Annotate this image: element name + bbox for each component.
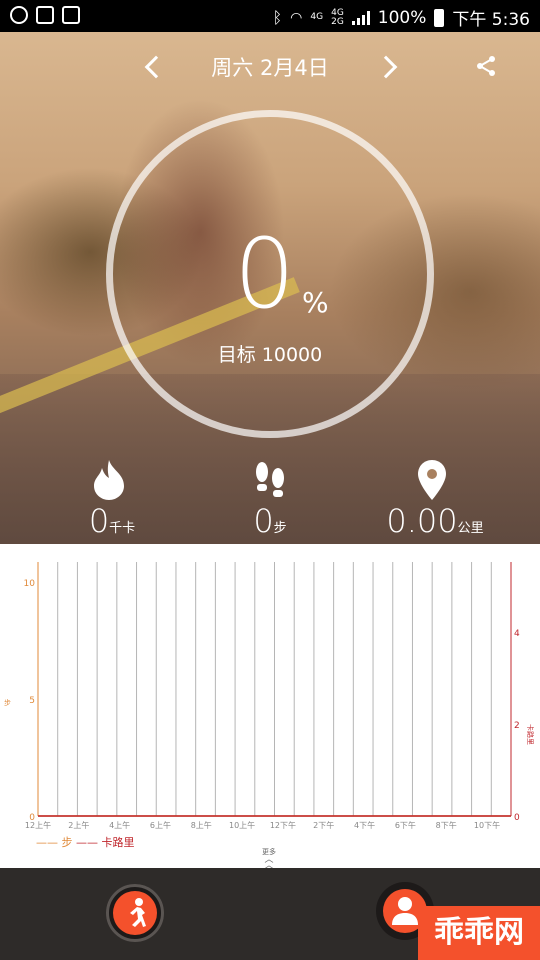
calories-value: 0	[88, 502, 110, 540]
battery-icon	[434, 8, 445, 27]
bluetooth-icon: ᛒ	[272, 8, 283, 27]
chevron-left-icon	[144, 55, 168, 79]
step-goal: 目标 10000	[217, 344, 323, 366]
footprints-icon	[256, 462, 284, 497]
hero-panel: 周六 2月4日 0 % 目标 10000 0千卡 0步 0.00公里	[0, 32, 540, 544]
steps-value: 0	[253, 502, 274, 540]
screenshot-icon	[62, 6, 80, 24]
location-pin-icon	[418, 460, 446, 500]
gallery-icon	[36, 6, 54, 24]
previous-day-button[interactable]	[138, 52, 168, 80]
run-button-fill	[113, 891, 157, 935]
x-tick-label: 12下午	[270, 820, 296, 830]
y-left-tick-label: 5	[29, 696, 35, 706]
distance-unit: 公里	[457, 521, 484, 536]
legend-steps: —— 步	[36, 836, 73, 849]
legend-steps-label: 步	[61, 836, 73, 849]
x-tick-label: 6上午	[150, 820, 171, 830]
network-top: 4G	[310, 12, 324, 22]
x-tick-label: 2上午	[68, 820, 89, 830]
progress-percent-sign: %	[302, 286, 329, 319]
x-tick-label: 10下午	[474, 820, 500, 830]
clock: 下午 5:36	[452, 10, 530, 30]
network-indicator: 4G	[310, 13, 323, 22]
status-bar: ᛒ ◠ 4G 4G 2G 100% 下午 5:36	[0, 0, 540, 32]
network-sub-bottom: 2G	[331, 16, 344, 27]
battery-percent: 100%	[377, 7, 427, 28]
x-tick-label: 8上午	[191, 820, 212, 830]
start-run-button[interactable]	[106, 884, 164, 942]
chart-legend: —— 步 —— 卡路里	[36, 834, 135, 850]
activity-chart-svg: 1050420步卡路里12上午 2上午 4上午 6上午 8上午 10上午 12下午 2下午 4下…	[4, 562, 535, 830]
calories-unit: 千卡	[109, 521, 136, 536]
x-tick-label: 10上午	[229, 820, 255, 830]
x-tick-label: 2下午	[313, 820, 334, 830]
calories-stat: 0千卡	[62, 502, 162, 540]
activity-chart: 10 5 0 4 2 0 步卡路里 12上午 2上午 4上午 6上午 8上午 10上午 12下午 2下午 4下…	[0, 544, 540, 871]
chevron-right-icon	[374, 55, 398, 79]
do-not-disturb-icon	[10, 6, 28, 24]
y-left-tick-label: 10	[24, 579, 36, 589]
signal-icon	[351, 10, 370, 25]
distance-stat: 0.00公里	[370, 502, 500, 540]
y-right-tick-label: 2	[514, 721, 520, 731]
watermark-logo: 乖乖网	[418, 906, 540, 960]
y-right-tick-label: 0	[514, 813, 520, 823]
progress-percent: 0	[234, 218, 296, 330]
y-right-label: 卡路里	[526, 724, 535, 745]
next-day-button[interactable]	[374, 52, 402, 80]
wifi-icon: ◠	[290, 9, 303, 26]
steps-unit: 步	[273, 521, 287, 536]
legend-calories-label: 卡路里	[101, 836, 135, 849]
x-tick-label: 6下午	[395, 820, 416, 830]
y-right-tick-label: 4	[514, 629, 520, 639]
legend-calories: —— 卡路里	[76, 836, 135, 849]
x-tick-label: 4下午	[354, 820, 375, 830]
steps-stat: 0步	[220, 502, 320, 540]
x-tick-label: 12上午	[25, 820, 51, 830]
distance-value: 0.00	[386, 502, 458, 540]
network-indicator-2: 4G 2G	[331, 8, 344, 27]
x-tick-label: 4上午	[109, 820, 130, 830]
runner-icon	[130, 898, 146, 927]
y-left-label: 步	[4, 699, 11, 707]
more-button[interactable]: 更多 ︿ ︿	[262, 847, 276, 871]
date-title: 周六 2月4日	[211, 56, 329, 80]
share-icon[interactable]	[474, 54, 498, 78]
x-tick-label: 8下午	[436, 820, 457, 830]
flame-icon	[94, 460, 124, 500]
